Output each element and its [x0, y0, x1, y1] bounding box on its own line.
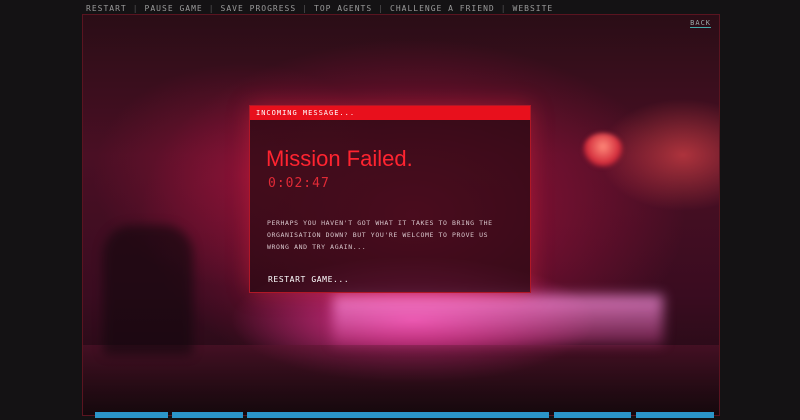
bottom-bar[interactable] [95, 412, 168, 418]
nav-separator: | [378, 3, 384, 13]
bottom-bar[interactable] [247, 412, 549, 418]
nav-separator: | [132, 3, 139, 13]
game-viewport: BACK INCOMING MESSAGE... Mission Failed.… [82, 14, 720, 416]
nav-separator: | [500, 3, 507, 13]
nav-challenge-a-friend[interactable]: CHALLENGE A FRIEND [390, 4, 495, 13]
nav-pause-game[interactable]: PAUSE GAME [145, 4, 203, 13]
dialog-title: Mission Failed. [266, 146, 413, 171]
dialog-message: PERHAPS YOU HAVEN'T GOT WHAT IT TAKES TO… [267, 219, 493, 251]
nav-separator: | [208, 3, 215, 13]
bottom-bar[interactable] [636, 412, 714, 418]
bottom-bar[interactable] [172, 412, 243, 418]
mission-failed-dialog: INCOMING MESSAGE... Mission Failed. 0:02… [249, 105, 531, 293]
scene-floor [83, 345, 719, 415]
nav-top-agents[interactable]: TOP AGENTS [314, 4, 372, 13]
scene-lamp [583, 133, 623, 167]
restart-game-button[interactable]: RESTART GAME... [268, 275, 349, 284]
nav-save-progress[interactable]: SAVE PROGRESS [221, 4, 297, 13]
nav-website[interactable]: WEBSITE [513, 4, 554, 13]
scene-chair [103, 225, 193, 355]
nav-separator: | [302, 3, 308, 13]
mission-timer: 0:02:47 [268, 176, 330, 191]
bottom-bar[interactable] [554, 412, 631, 418]
scene-glowing-table [333, 295, 663, 345]
dialog-header: INCOMING MESSAGE... [250, 106, 530, 120]
nav-restart[interactable]: RESTART [86, 4, 127, 13]
back-link[interactable]: BACK [690, 19, 711, 28]
